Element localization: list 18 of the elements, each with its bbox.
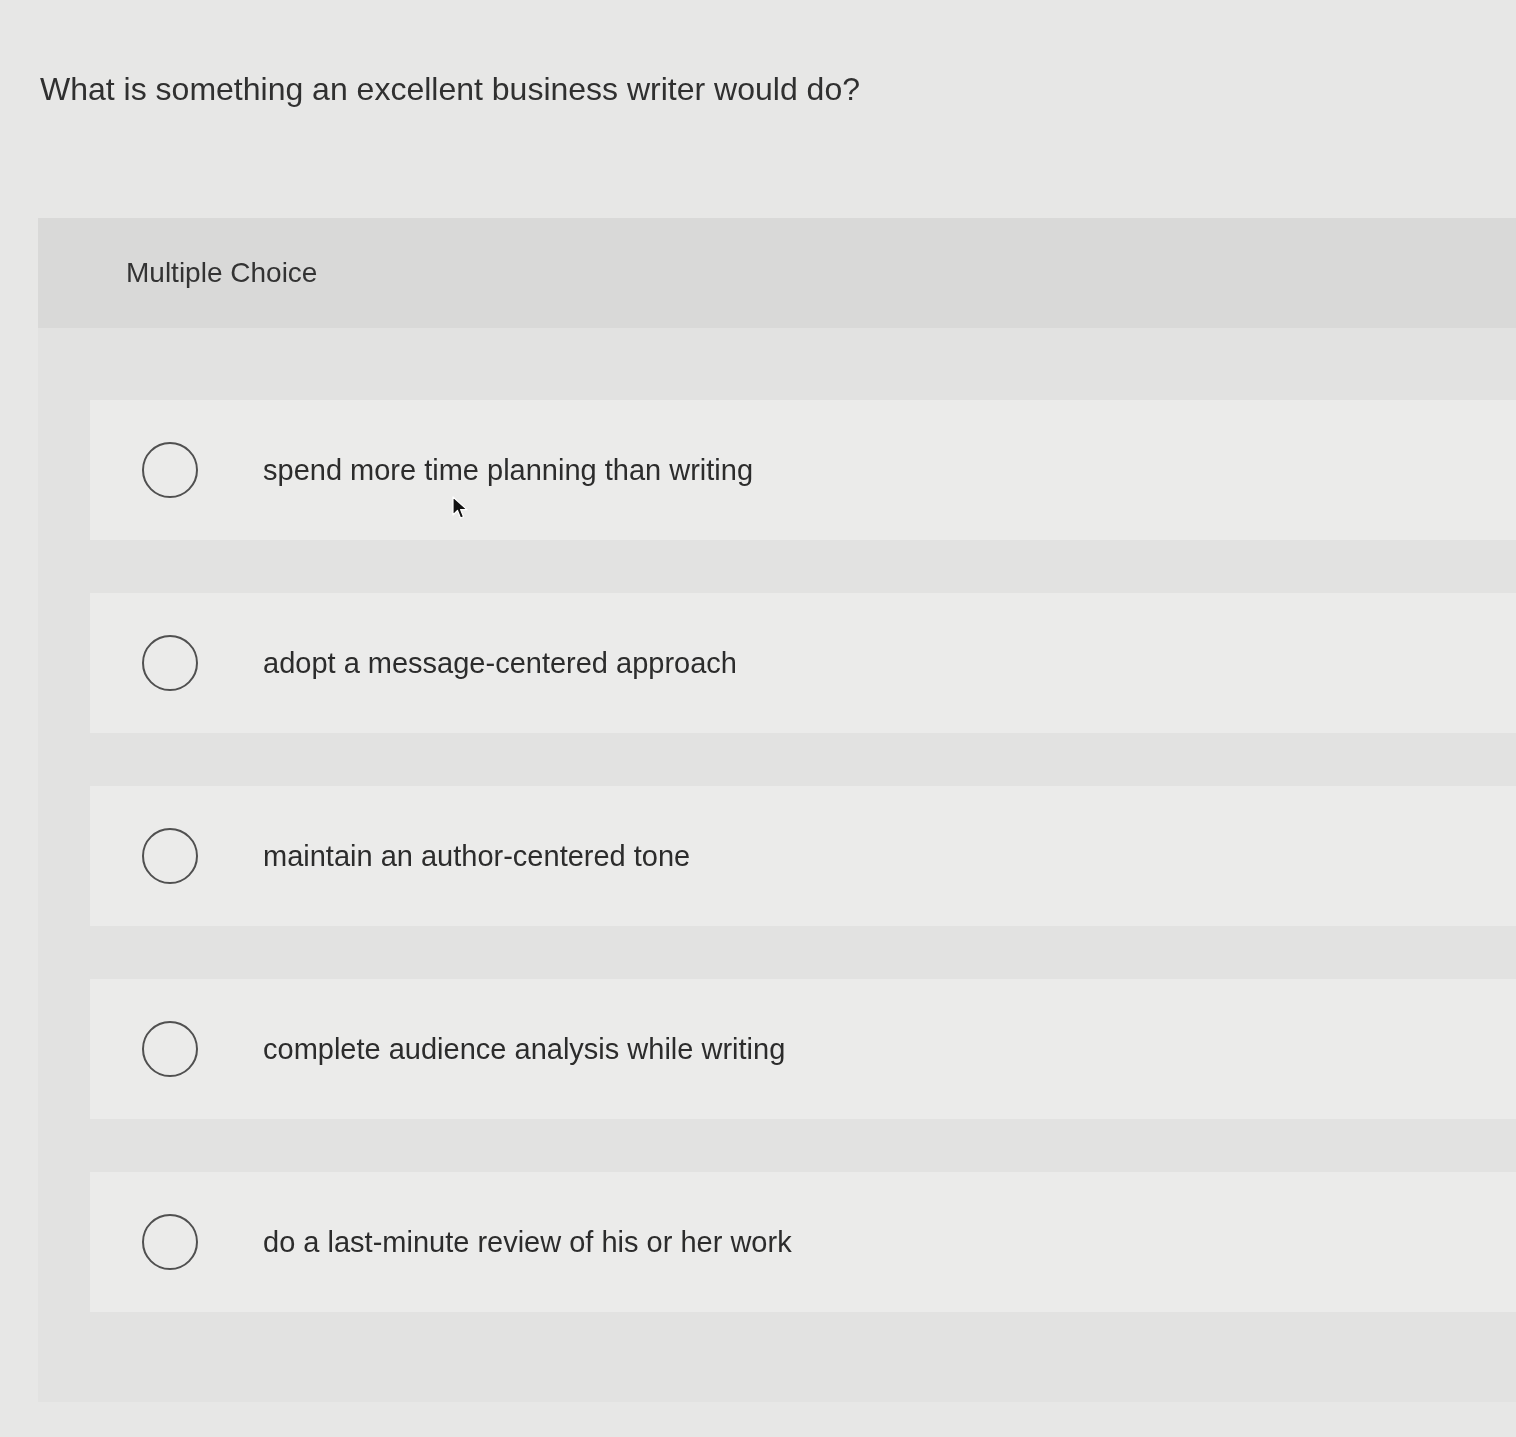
option-label: do a last-minute review of his or her work [263,1225,792,1259]
radio-button[interactable] [142,1214,198,1270]
question-text: What is something an excellent business writer would do? [40,71,860,107]
option-label: maintain an author-centered tone [263,839,691,873]
option-label: spend more time planning than writing [263,453,754,487]
answer-option[interactable]: do a last-minute review of his or her work [90,1172,1516,1312]
radio-button[interactable] [142,1021,198,1077]
question-type-label: Multiple Choice [126,257,318,289]
radio-button[interactable] [142,635,198,691]
radio-button[interactable] [142,442,198,498]
answer-option[interactable]: maintain an author-centered tone [90,786,1516,926]
answer-option[interactable]: spend more time planning than writing [90,400,1516,540]
radio-button[interactable] [142,828,198,884]
answer-option[interactable]: adopt a message-centered approach [90,593,1516,733]
pointer-cursor-icon [452,496,468,520]
option-label: adopt a message-centered approach [263,646,737,680]
answer-option[interactable]: complete audience analysis while writing [90,979,1516,1119]
option-label: complete audience analysis while writing [263,1032,786,1066]
